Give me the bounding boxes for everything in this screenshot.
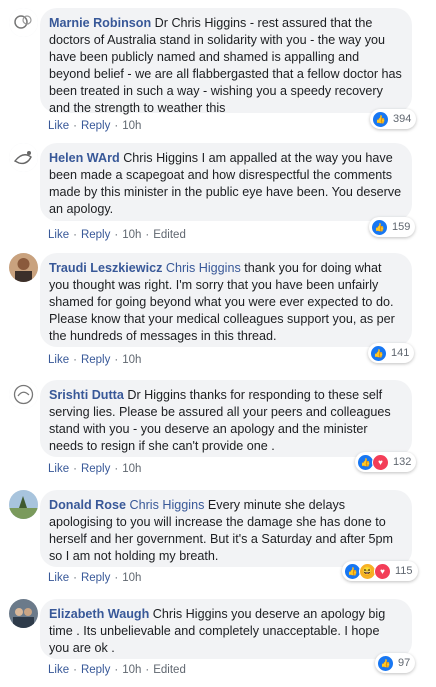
avatar[interactable] — [9, 253, 38, 282]
comment-bubble: Marnie Robinson Dr Chris Higgins - rest … — [40, 8, 412, 115]
comment-actions: Like · Reply · 10h — [48, 354, 142, 366]
comment-text: Dr Chris Higgins - rest assured that the… — [49, 16, 402, 115]
comment-author[interactable]: Donald Rose — [49, 498, 126, 512]
reaction-summary[interactable]: 👍 394 — [370, 109, 417, 129]
reaction-count: 394 — [393, 113, 412, 125]
reaction-count: 159 — [392, 221, 411, 233]
comment-actions: Like · Reply · 10h — [48, 120, 142, 132]
like-link[interactable]: Like — [48, 229, 69, 241]
comment-actions: Like · Reply · 10h · Edited — [48, 229, 186, 241]
reply-link[interactable]: Reply — [81, 354, 110, 366]
reaction-summary[interactable]: 👍 ♥ 132 — [355, 452, 417, 472]
mention-link[interactable]: Chris Higgins — [129, 498, 204, 512]
reply-link[interactable]: Reply — [81, 229, 110, 241]
comment-actions: Like · Reply · 10h · Edited — [48, 664, 186, 676]
love-reaction-icon: ♥ — [372, 453, 389, 471]
timestamp[interactable]: 10h — [122, 354, 141, 366]
reaction-count: 132 — [393, 456, 412, 468]
avatar[interactable] — [9, 8, 38, 37]
edited-label[interactable]: Edited — [153, 664, 186, 676]
timestamp[interactable]: 10h — [122, 463, 141, 475]
like-link[interactable]: Like — [48, 664, 69, 676]
avatar[interactable] — [9, 490, 38, 519]
mention-link[interactable]: Chris Higgins — [166, 261, 241, 275]
reply-link[interactable]: Reply — [81, 572, 110, 584]
comment-bubble: Srishti Dutta Dr Higgins thanks for resp… — [40, 380, 412, 457]
like-link[interactable]: Like — [48, 572, 69, 584]
comment-author[interactable]: Helen WArd — [49, 151, 120, 165]
comment-actions: Like · Reply · 10h — [48, 572, 142, 584]
reaction-count: 97 — [398, 657, 411, 669]
reaction-count: 115 — [395, 565, 413, 577]
comment-author[interactable]: Marnie Robinson — [49, 16, 151, 30]
comment-author[interactable]: Traudi Leszkiewicz — [49, 261, 162, 275]
like-reaction-icon: 👍 — [377, 654, 394, 672]
reply-link[interactable]: Reply — [81, 463, 110, 475]
reaction-summary[interactable]: 👍 141 — [368, 343, 415, 363]
reaction-count: 141 — [391, 347, 410, 359]
comment-bubble: Helen WArd Chris Higgins I am appalled a… — [40, 143, 412, 221]
like-reaction-icon: 👍 — [370, 344, 387, 362]
like-link[interactable]: Like — [48, 463, 69, 475]
comment-bubble: Traudi Leszkiewicz Chris Higgins thank y… — [40, 253, 412, 347]
comment-bubble: Elizabeth Waugh Chris Higgins you deserv… — [40, 599, 412, 659]
like-reaction-icon: 👍 — [371, 218, 388, 236]
reply-link[interactable]: Reply — [81, 664, 110, 676]
avatar[interactable] — [9, 599, 38, 628]
avatar[interactable] — [9, 143, 38, 172]
timestamp[interactable]: 10h — [122, 120, 141, 132]
reaction-summary[interactable]: 👍 159 — [369, 217, 416, 237]
comment-author[interactable]: Srishti Dutta — [49, 388, 124, 402]
comment-bubble: Donald Rose Chris Higgins Every minute s… — [40, 490, 412, 567]
comment-actions: Like · Reply · 10h — [48, 463, 142, 475]
timestamp[interactable]: 10h — [122, 664, 141, 676]
timestamp[interactable]: 10h — [122, 572, 141, 584]
reaction-summary[interactable]: 👍 😆 ♥ 115 — [342, 561, 418, 581]
like-reaction-icon: 👍 — [372, 110, 389, 128]
love-reaction-icon: ♥ — [374, 562, 391, 580]
like-link[interactable]: Like — [48, 120, 69, 132]
reaction-summary[interactable]: 👍 97 — [375, 653, 416, 673]
reply-link[interactable]: Reply — [81, 120, 110, 132]
avatar[interactable] — [9, 380, 38, 409]
comment-author[interactable]: Elizabeth Waugh — [49, 607, 149, 621]
edited-label[interactable]: Edited — [153, 229, 186, 241]
timestamp[interactable]: 10h — [122, 229, 141, 241]
like-link[interactable]: Like — [48, 354, 69, 366]
